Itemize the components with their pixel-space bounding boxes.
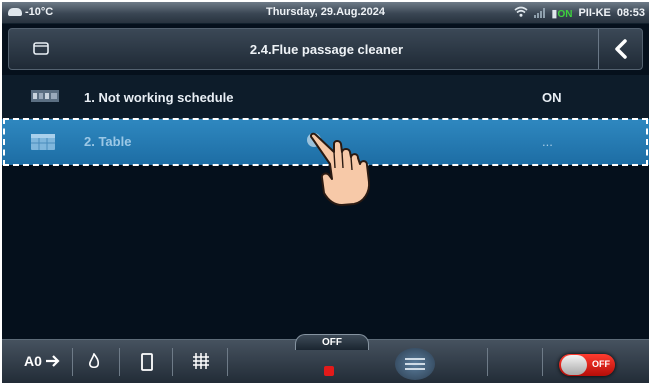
svg-text:A0: A0: [24, 353, 42, 369]
grid-icon[interactable]: [192, 352, 210, 375]
controller-screen: -10°C Thursday, 29.Aug.2024 ▮ON PII-KE 0…: [2, 2, 649, 383]
menu-button[interactable]: [395, 348, 435, 380]
schedule-icon: [31, 90, 59, 105]
stop-icon[interactable]: [324, 366, 334, 376]
modes-icon[interactable]: A0: [24, 352, 60, 375]
divider: [227, 348, 228, 376]
wifi-icon: [514, 6, 528, 20]
status-indicators: ▮ON PII-KE 08:53: [514, 6, 645, 20]
clock: 08:53: [616, 7, 645, 19]
menu-header: 2.4.Flue passage cleaner: [8, 28, 643, 70]
list-item-not-working-schedule[interactable]: 1. Not working schedule ON: [2, 75, 649, 119]
back-button[interactable]: [598, 29, 642, 69]
chevron-left-icon: [614, 39, 627, 59]
mode-status-tab[interactable]: OFF: [295, 334, 369, 350]
tap-hand-icon: [300, 130, 396, 213]
internet-on-badge: ON: [557, 8, 573, 20]
divider: [72, 348, 73, 376]
table-icon: [31, 134, 55, 153]
divider: [487, 348, 488, 376]
list-item-label: 2. Table: [84, 134, 132, 149]
card-icon[interactable]: [141, 353, 153, 376]
toggle-label: OFF: [592, 359, 610, 369]
list-item-value: ...: [542, 134, 553, 149]
divider: [172, 348, 173, 376]
signal-icon: [534, 8, 546, 18]
list-item-label: 1. Not working schedule: [84, 90, 234, 105]
fire-icon[interactable]: [88, 352, 100, 374]
divider: [119, 348, 120, 376]
internet-status: ▮ON: [551, 7, 572, 20]
page-title: 2.4.Flue passage cleaner: [249, 42, 404, 57]
device-name: PII-KE: [578, 7, 611, 19]
status-bar: -10°C Thursday, 29.Aug.2024 ▮ON PII-KE 0…: [2, 2, 649, 24]
power-toggle[interactable]: OFF: [559, 354, 615, 376]
list-item-value: ON: [542, 90, 562, 105]
divider: [542, 348, 543, 376]
toggle-knob: [561, 355, 587, 375]
